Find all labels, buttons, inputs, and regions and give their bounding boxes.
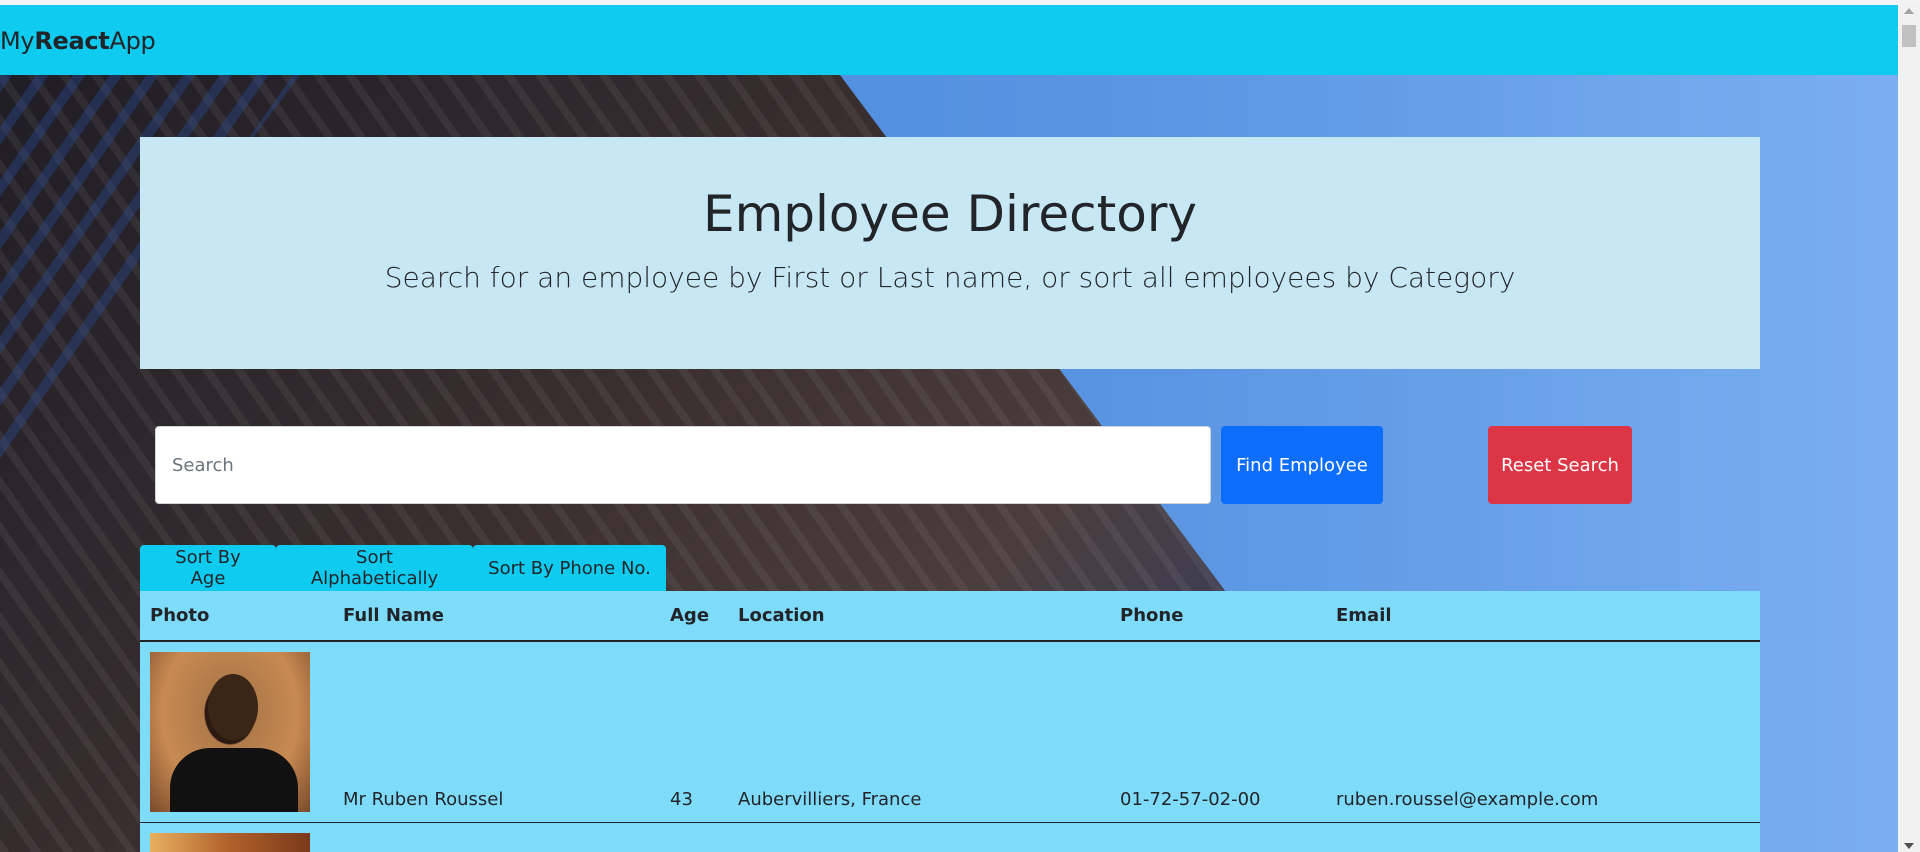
- photo-cell: [140, 641, 333, 823]
- find-employee-button[interactable]: Find Employee: [1221, 426, 1383, 504]
- header-photo: Photo: [140, 591, 333, 642]
- scroll-thumb[interactable]: [1902, 25, 1916, 47]
- header-location: Location: [728, 591, 1110, 642]
- sort-by-phone-button[interactable]: Sort By Phone No.: [473, 545, 666, 591]
- full-name-cell: Mr Ruben Roussel: [333, 641, 660, 823]
- photo-cell: [140, 823, 333, 852]
- phone-cell: 01-72-57-02-00: [1110, 641, 1326, 823]
- search-input[interactable]: [155, 426, 1211, 504]
- employee-table: Photo Full Name Age Location Phone Email…: [140, 591, 1760, 852]
- brand-prefix: My: [0, 27, 35, 55]
- scroll-up-arrow-icon[interactable]: [1904, 8, 1914, 14]
- table-row: Mr Ruben Roussel 43 Aubervilliers, Franc…: [140, 641, 1760, 823]
- header-age: Age: [660, 591, 728, 642]
- table-header-row: Photo Full Name Age Location Phone Email: [140, 591, 1760, 642]
- header-full-name: Full Name: [333, 591, 660, 642]
- sort-by-age-button[interactable]: Sort By Age: [140, 545, 276, 591]
- brand-bold: React: [34, 27, 110, 55]
- empty-cell: [728, 823, 1110, 852]
- empty-cell: [1326, 823, 1760, 852]
- sort-alphabetically-button[interactable]: Sort Alphabetically: [276, 545, 473, 591]
- photo-body: [170, 748, 298, 812]
- header-email: Email: [1326, 591, 1760, 642]
- employee-photo: [150, 652, 310, 812]
- age-cell: 43: [660, 641, 728, 823]
- empty-cell: [1110, 823, 1326, 852]
- navbar: MyReactApp: [0, 5, 1898, 75]
- page-subtitle: Search for an employee by First or Last …: [384, 261, 1516, 294]
- page-title: Employee Directory: [703, 185, 1197, 243]
- reset-search-button[interactable]: Reset Search: [1488, 426, 1632, 504]
- jumbotron: Employee Directory Search for an employe…: [140, 137, 1760, 369]
- brand-suffix: App: [109, 27, 156, 55]
- empty-cell: [660, 823, 728, 852]
- photo-face: [208, 674, 258, 740]
- employee-table-container: Photo Full Name Age Location Phone Email…: [140, 591, 1760, 852]
- empty-cell: [333, 823, 660, 852]
- employee-photo: [150, 833, 310, 852]
- scroll-down-arrow-icon[interactable]: [1904, 843, 1914, 849]
- table-row: [140, 823, 1760, 852]
- vertical-scrollbar[interactable]: [1898, 5, 1920, 852]
- email-cell: ruben.roussel@example.com: [1326, 641, 1760, 823]
- header-phone: Phone: [1110, 591, 1326, 642]
- location-cell: Aubervilliers, France: [728, 641, 1110, 823]
- brand-link[interactable]: MyReactApp: [0, 27, 156, 55]
